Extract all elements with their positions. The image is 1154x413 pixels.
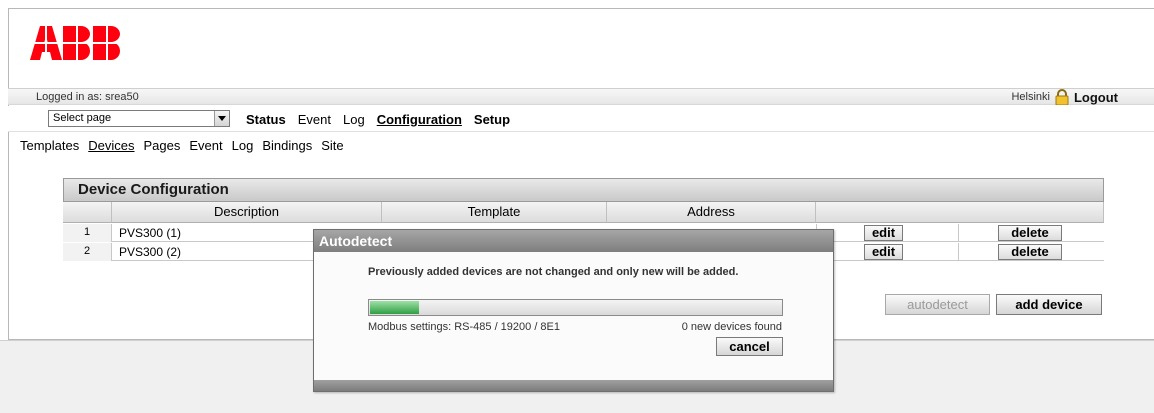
login-bar: Logged in as: srea50 Helsinki Logout	[8, 88, 1154, 105]
column-header-template: Template	[382, 202, 607, 223]
abb-logo	[30, 26, 126, 60]
chevron-down-icon[interactable]	[214, 111, 229, 126]
menu-setup[interactable]: Setup	[474, 112, 510, 127]
cancel-button[interactable]: cancel	[716, 337, 783, 356]
logout-link[interactable]: Logout	[1074, 90, 1118, 105]
row-description: PVS300 (1)	[119, 226, 182, 240]
submenu-pages[interactable]: Pages	[144, 138, 181, 153]
progress-fill	[370, 301, 419, 314]
menu-configuration[interactable]: Configuration	[377, 112, 462, 127]
panel-title: Device Configuration	[78, 181, 229, 198]
edit-button[interactable]: edit	[864, 225, 903, 241]
progress-bar	[368, 299, 783, 316]
menu-log[interactable]: Log	[343, 112, 365, 127]
delete-button[interactable]: delete	[998, 244, 1062, 260]
location-label: Helsinki	[1011, 91, 1050, 103]
page-select-value: Select page	[53, 112, 112, 124]
column-header-description: Description	[112, 202, 382, 223]
submenu-bindings[interactable]: Bindings	[262, 138, 312, 153]
delete-button[interactable]: delete	[998, 225, 1062, 241]
row-number: 1	[63, 224, 112, 242]
menu-status[interactable]: Status	[246, 112, 286, 127]
devices-found-label: 0 new devices found	[681, 321, 782, 333]
edit-button[interactable]: edit	[864, 244, 903, 260]
dialog-title: Autodetect	[314, 230, 833, 252]
main-menu-bar: Select page Status Event Log Configurati…	[8, 106, 1154, 132]
row-description: PVS300 (2)	[119, 245, 182, 259]
autodetect-dialog: Autodetect Previously added devices are …	[313, 229, 834, 392]
main-menu: Status Event Log Configuration Setup	[246, 112, 510, 127]
add-device-button[interactable]: add device	[996, 294, 1102, 315]
dialog-footer	[314, 380, 833, 391]
submenu-log[interactable]: Log	[232, 138, 254, 153]
page-select[interactable]: Select page	[48, 110, 230, 127]
sub-menu: Templates Devices Pages Event Log Bindin…	[20, 138, 344, 153]
dialog-message: Previously added devices are not changed…	[368, 266, 739, 278]
session-info: Helsinki Logout	[1011, 89, 1118, 105]
row-number: 2	[63, 243, 112, 261]
submenu-templates[interactable]: Templates	[20, 138, 79, 153]
column-header-number	[63, 202, 112, 223]
submenu-site[interactable]: Site	[321, 138, 343, 153]
logged-in-label: Logged in as: srea50	[36, 91, 139, 103]
cell-divider	[958, 243, 959, 261]
menu-event[interactable]: Event	[298, 112, 331, 127]
cell-divider	[958, 224, 959, 242]
column-header-address: Address	[607, 202, 816, 223]
modbus-settings-label: Modbus settings: RS-485 / 19200 / 8E1	[368, 321, 561, 333]
submenu-event[interactable]: Event	[189, 138, 222, 153]
submenu-devices[interactable]: Devices	[88, 138, 134, 153]
autodetect-button[interactable]: autodetect	[885, 294, 990, 315]
column-header-actions	[816, 202, 1104, 223]
dialog-body: Previously added devices are not changed…	[314, 252, 833, 380]
panel-header: Device Configuration	[63, 178, 1104, 202]
lock-icon	[1055, 89, 1069, 105]
